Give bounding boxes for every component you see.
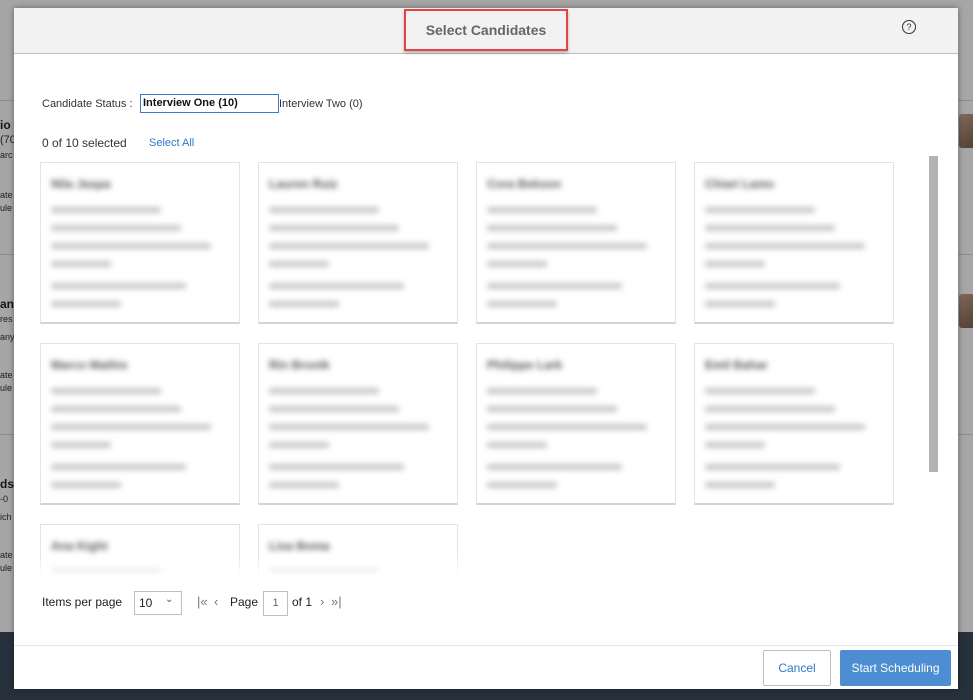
card-content: Cora Bekson: [477, 163, 675, 322]
card-detail-line: [269, 225, 399, 231]
dialog-footer: Cancel Start Scheduling: [14, 645, 958, 690]
previous-page-icon[interactable]: ‹: [214, 594, 218, 609]
card-detail-line: [705, 261, 765, 267]
card-detail-line: [51, 301, 121, 307]
candidate-name: Rin Bronik: [269, 358, 330, 372]
candidate-card[interactable]: Marco Mathis: [40, 343, 240, 505]
status-option-interview-one[interactable]: Interview One (10): [140, 94, 279, 113]
candidate-name: Emil Bahar: [705, 358, 768, 372]
card-content: Rin Bronik: [259, 344, 457, 503]
card-detail-line: [487, 207, 597, 213]
card-detail-line: [269, 388, 379, 394]
card-detail-line: [51, 424, 211, 430]
card-detail-line: [51, 261, 111, 267]
card-detail-line: [51, 225, 181, 231]
card-detail-line: [705, 464, 840, 470]
grid-scrollbar[interactable]: [929, 156, 938, 472]
card-detail-line: [487, 406, 617, 412]
card-detail-line: [269, 442, 329, 448]
card-detail-line: [487, 301, 557, 307]
candidate-card[interactable]: Cora Bekson: [476, 162, 676, 324]
first-page-icon[interactable]: |«: [197, 594, 208, 609]
candidate-name: Ana Kight: [51, 539, 108, 553]
last-page-icon[interactable]: »|: [331, 594, 342, 609]
candidate-status-label: Candidate Status :: [42, 98, 133, 110]
card-detail-line: [51, 207, 161, 213]
candidate-name: Nila Jaspa: [51, 177, 111, 191]
card-detail-line: [269, 283, 404, 289]
card-detail-line: [705, 207, 815, 213]
card-detail-line: [487, 442, 547, 448]
card-detail-line: [705, 243, 865, 249]
card-content: Nila Jaspa: [41, 163, 239, 322]
next-page-icon[interactable]: ›: [320, 594, 324, 609]
card-detail-line: [705, 301, 775, 307]
card-detail-line: [705, 283, 840, 289]
card-detail-line: [51, 442, 111, 448]
candidate-card[interactable]: Emil Bahar: [694, 343, 894, 505]
candidate-card[interactable]: Chiari Lamo: [694, 162, 894, 324]
card-detail-line: [51, 243, 211, 249]
card-detail-line: [269, 243, 429, 249]
cancel-button[interactable]: Cancel: [763, 650, 831, 686]
card-detail-line: [269, 406, 399, 412]
page-total: of 1: [292, 595, 313, 609]
card-detail-line: [269, 482, 339, 488]
candidate-name: Philippe Lark: [487, 358, 563, 372]
card-detail-line: [705, 442, 765, 448]
card-detail-line: [487, 243, 647, 249]
candidate-name: Cora Bekson: [487, 177, 562, 191]
card-detail-line: [487, 388, 597, 394]
card-detail-line: [51, 388, 161, 394]
card-detail-line: [269, 464, 404, 470]
candidate-name: Lisa Boma: [269, 539, 330, 553]
card-detail-line: [269, 301, 339, 307]
start-scheduling-button[interactable]: Start Scheduling: [840, 650, 951, 686]
select-candidates-dialog: Select Candidates ? Candidate Status : I…: [14, 8, 958, 689]
candidate-name: Chiari Lamo: [705, 177, 775, 191]
candidate-card-grid: Nila Jaspa Lauren Ruiz Cora Bekson Chiar…: [40, 158, 920, 576]
card-detail-line: [705, 424, 865, 430]
candidate-name: Lauren Ruiz: [269, 177, 338, 191]
card-detail-line: [269, 424, 429, 430]
page-label: Page: [230, 595, 259, 609]
card-content: Philippe Lark: [477, 344, 675, 503]
card-detail-line: [269, 207, 379, 213]
card-content: Chiari Lamo: [695, 163, 893, 322]
items-per-page-select[interactable]: 10: [134, 591, 182, 615]
card-detail-line: [705, 225, 835, 231]
page-number-input[interactable]: 1: [263, 591, 288, 616]
card-detail-line: [51, 464, 186, 470]
card-detail-line: [269, 261, 329, 267]
card-detail-line: [487, 225, 617, 231]
candidate-card[interactable]: Philippe Lark: [476, 343, 676, 505]
dialog-title: Select Candidates: [404, 9, 568, 51]
chevron-down-icon[interactable]: ⌄: [165, 594, 173, 605]
status-option-interview-two[interactable]: Interview Two (0): [279, 98, 363, 110]
help-icon[interactable]: ?: [902, 20, 916, 34]
card-detail-line: [51, 482, 121, 488]
card-detail-line: [705, 482, 775, 488]
candidate-name: Marco Mathis: [51, 358, 128, 372]
card-detail-line: [487, 482, 557, 488]
items-per-page-label: Items per page: [42, 595, 123, 609]
card-detail-line: [51, 283, 186, 289]
card-detail-line: [487, 283, 622, 289]
card-detail-line: [487, 464, 622, 470]
card-content: Marco Mathis: [41, 344, 239, 503]
card-content: Lauren Ruiz: [259, 163, 457, 322]
candidate-card[interactable]: Rin Bronik: [258, 343, 458, 505]
card-detail-line: [487, 424, 647, 430]
card-detail-line: [51, 406, 181, 412]
card-detail-line: [487, 261, 547, 267]
selected-count: 0 of 10 selected: [42, 136, 127, 150]
card-detail-line: [705, 406, 835, 412]
card-detail-line: [705, 388, 815, 394]
dialog-header: Select Candidates ?: [14, 8, 958, 54]
select-all-link[interactable]: Select All: [149, 137, 194, 149]
candidate-card[interactable]: Nila Jaspa: [40, 162, 240, 324]
card-content: Emil Bahar: [695, 344, 893, 503]
scroll-fade: [40, 556, 920, 576]
candidate-card[interactable]: Lauren Ruiz: [258, 162, 458, 324]
